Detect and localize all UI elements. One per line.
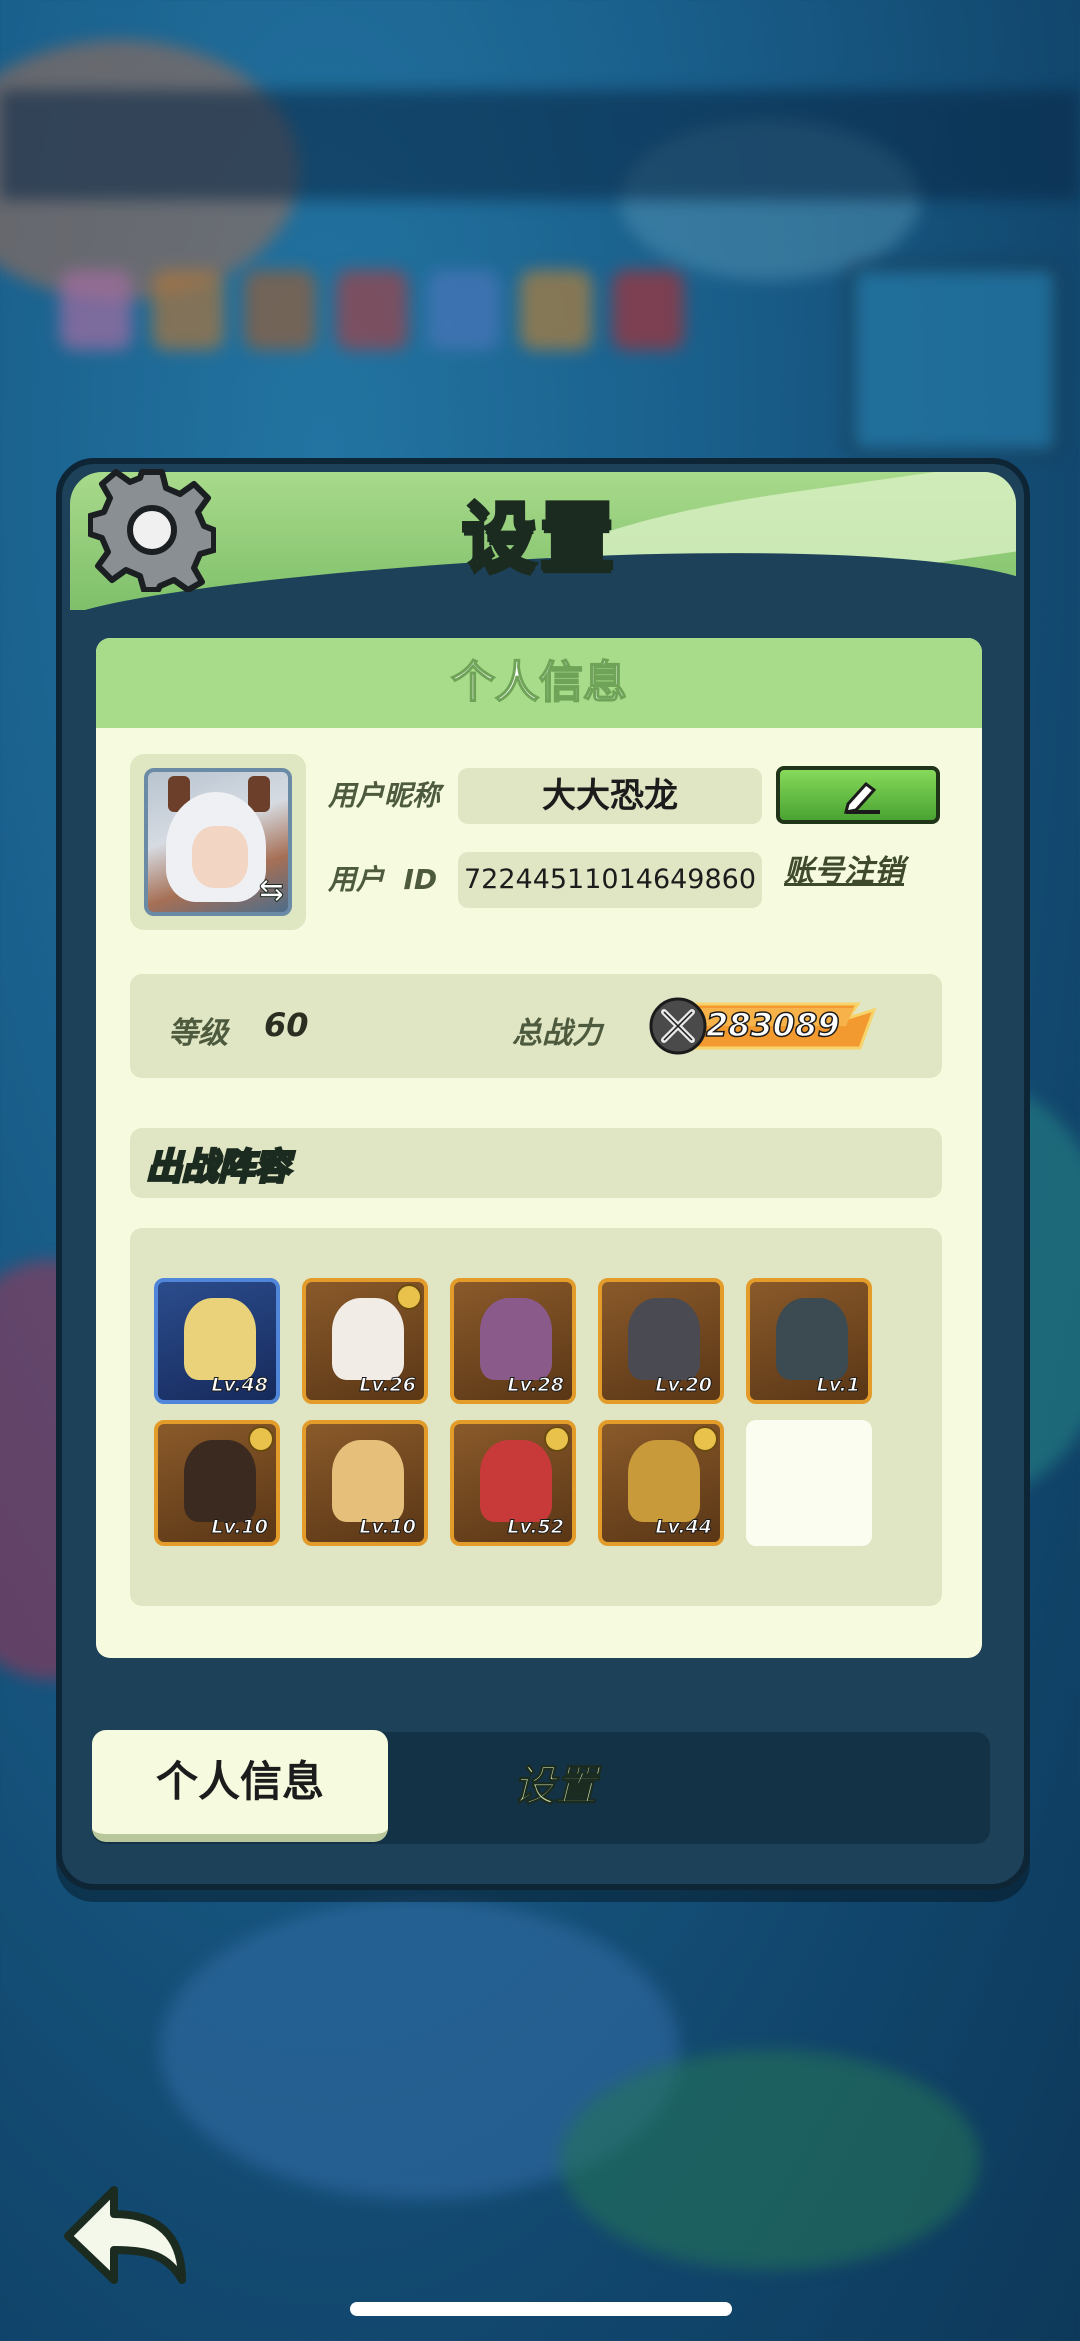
empty-hero-slot[interactable] [746,1420,872,1546]
power-badge: 283089 [648,996,878,1056]
tab-settings[interactable]: 设置 [460,1730,650,1842]
nickname-value: 大大恐龙 [458,768,762,824]
swap-arrows-icon[interactable]: ⇆ [258,873,284,909]
hero-slot[interactable]: Lv.44 [598,1420,724,1546]
user-id-label: 用户 ID [328,863,438,896]
hero-slot[interactable]: Lv.10 [154,1420,280,1546]
hero-slot[interactable]: Lv.28 [450,1278,576,1404]
hero-portrait [776,1298,848,1380]
hero-level: Lv.10 [359,1516,417,1539]
profile-card: 个人信息 ⇆ 用户昵称 大大恐龙 用户 ID 72244511014649860… [96,638,982,1658]
edit-nickname-button[interactable] [776,766,940,824]
hero-portrait [184,1440,256,1522]
rank-badge-icon [692,1426,718,1452]
hero-slot[interactable]: Lv.52 [450,1420,576,1546]
crossed-swords-icon [661,1009,695,1043]
total-power-label: 总战力 [512,1016,602,1051]
rank-badge-icon [396,1284,422,1310]
hero-level: Lv.26 [359,1374,417,1397]
level-label: 等级 [168,1016,228,1051]
home-indicator [350,2302,732,2316]
hero-level: Lv.44 [655,1516,713,1539]
hero-portrait [628,1298,700,1380]
panel-title: 设置 [460,493,618,583]
avatar[interactable]: ⇆ [144,768,292,916]
rank-badge-icon [544,1426,570,1452]
hero-portrait [332,1440,404,1522]
level-value: 60 [264,1006,309,1044]
hero-level: Lv.48 [211,1374,269,1397]
section-title: 个人信息 [96,638,982,728]
avatar-frame: ⇆ [130,754,306,930]
back-arrow-icon[interactable] [60,2180,190,2290]
hero-slot[interactable]: Lv.10 [302,1420,428,1546]
hero-portrait [332,1298,404,1380]
hero-slot[interactable]: Lv.26 [302,1278,428,1404]
total-power-value: 283089 [705,1005,840,1045]
lineup-title: 出战阵容 [144,1146,291,1190]
hero-level: Lv.20 [655,1374,713,1397]
hero-portrait [628,1440,700,1522]
nickname-label: 用户昵称 [328,779,441,812]
hero-portrait [480,1298,552,1380]
tab-profile[interactable]: 个人信息 [92,1730,388,1842]
pencil-icon [843,781,880,814]
hero-level: Lv.1 [816,1374,860,1397]
hero-portrait [480,1440,552,1522]
hero-slot[interactable]: Lv.1 [746,1278,872,1404]
hero-slot[interactable]: Lv.20 [598,1278,724,1404]
hero-slot[interactable]: Lv.48 [154,1278,280,1404]
rank-badge-icon [248,1426,274,1452]
hero-level: Lv.28 [507,1374,565,1397]
hero-level: Lv.10 [211,1516,269,1539]
user-id-value: 72244511014649860 [458,852,762,908]
hero-level: Lv.52 [507,1516,565,1539]
hero-portrait [184,1298,256,1380]
delete-account-link[interactable]: 账号注销 [784,846,904,890]
